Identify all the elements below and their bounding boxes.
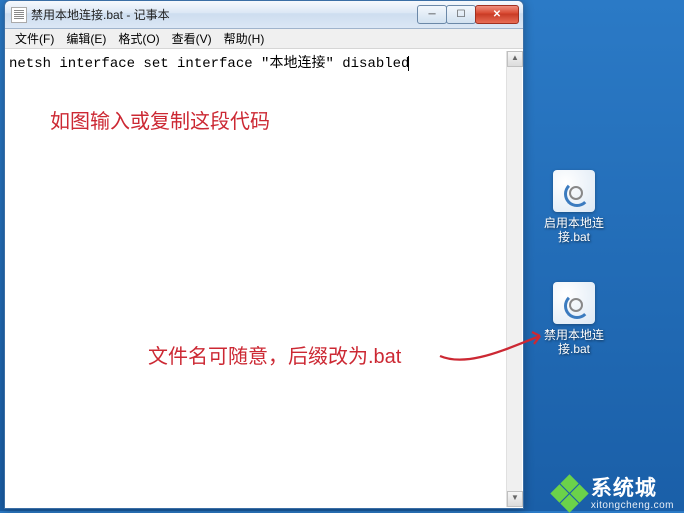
editor-content[interactable]: netsh interface set interface "本地连接" dis…	[9, 52, 521, 506]
desktop-icon-enable[interactable]: 启用本地连接.bat	[535, 170, 613, 244]
bat-file-icon	[553, 170, 595, 212]
menu-format[interactable]: 格式(O)	[112, 29, 165, 48]
close-button[interactable]: ✕	[475, 5, 519, 24]
bat-file-icon	[553, 282, 595, 324]
text-cursor	[408, 56, 409, 71]
editor-text: netsh interface set interface "本地连接" dis…	[9, 56, 409, 72]
menu-file[interactable]: 文件(F)	[9, 29, 60, 48]
maximize-button[interactable]: ☐	[446, 5, 476, 24]
watermark: 系统城 xitongcheng.com	[553, 477, 674, 511]
scroll-up-icon[interactable]: ▲	[507, 51, 523, 67]
scroll-down-icon[interactable]: ▼	[507, 491, 523, 507]
menubar: 文件(F) 编辑(E) 格式(O) 查看(V) 帮助(H)	[5, 29, 523, 49]
desktop-icon-label: 禁用本地连接.bat	[535, 328, 613, 356]
notepad-window: 禁用本地连接.bat - 记事本 ─ ☐ ✕ 文件(F) 编辑(E) 格式(O)…	[4, 0, 524, 509]
watermark-en: xitongcheng.com	[591, 500, 674, 511]
notepad-icon	[11, 7, 27, 23]
vertical-scrollbar[interactable]: ▲ ▼	[506, 51, 522, 507]
window-title: 禁用本地连接.bat - 记事本	[31, 6, 418, 23]
menu-view[interactable]: 查看(V)	[166, 29, 218, 48]
titlebar[interactable]: 禁用本地连接.bat - 记事本 ─ ☐ ✕	[5, 1, 523, 29]
desktop-icon-disable[interactable]: 禁用本地连接.bat	[535, 282, 613, 356]
watermark-logo-icon	[553, 477, 587, 511]
menu-help[interactable]: 帮助(H)	[218, 29, 271, 48]
watermark-cn: 系统城	[591, 477, 674, 500]
desktop-icon-label: 启用本地连接.bat	[535, 216, 613, 244]
editor-area[interactable]: netsh interface set interface "本地连接" dis…	[5, 49, 523, 508]
menu-edit[interactable]: 编辑(E)	[60, 29, 112, 48]
minimize-button[interactable]: ─	[417, 5, 447, 24]
